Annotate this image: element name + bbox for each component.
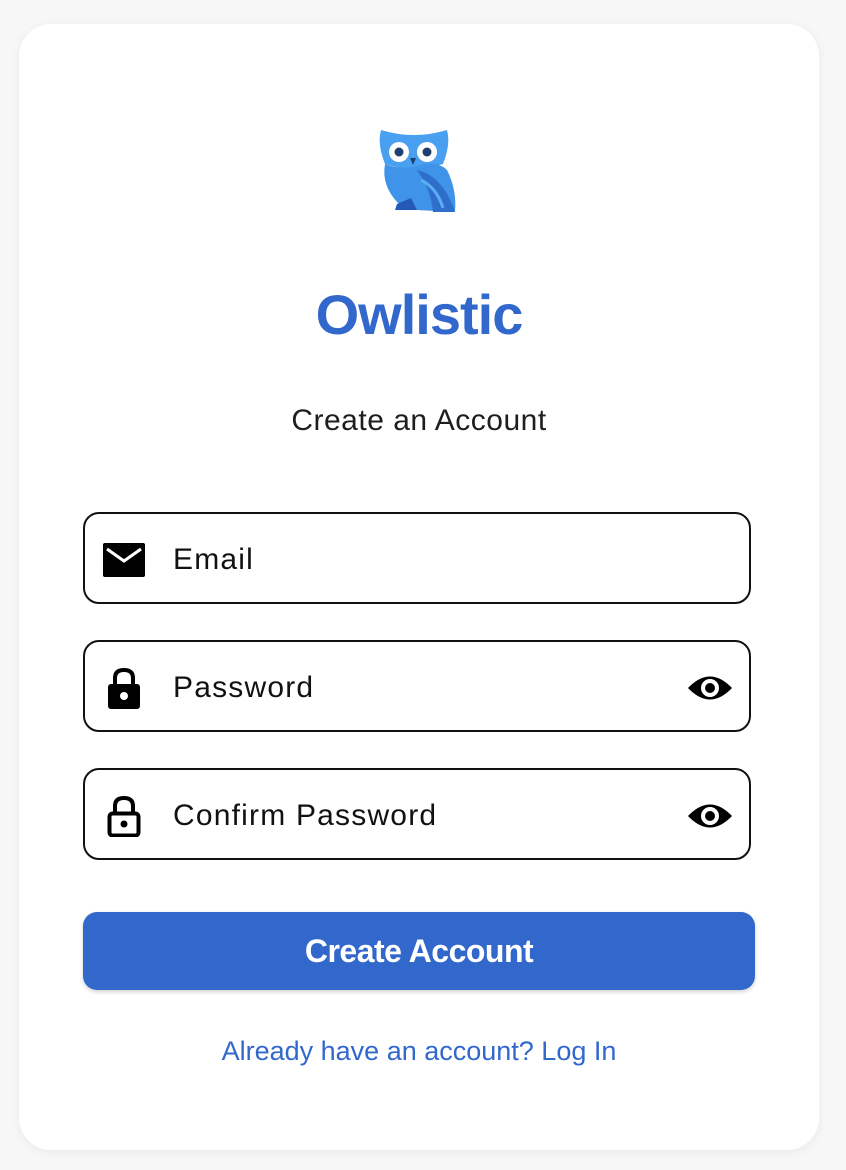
login-link[interactable]: Already have an account? Log In <box>19 1036 819 1067</box>
email-placeholder: Email <box>173 543 255 576</box>
lock-icon <box>103 667 145 709</box>
mail-icon <box>103 540 145 580</box>
create-account-button[interactable]: Create Account <box>83 912 755 990</box>
confirm-password-field[interactable]: Confirm Password <box>83 768 751 860</box>
email-field[interactable]: Email <box>83 512 751 604</box>
password-placeholder: Password <box>173 671 315 704</box>
app-title: Owlistic <box>315 283 524 346</box>
signup-card: Owlistic Create an Account Email Passwor… <box>19 24 819 1150</box>
confirm-password-placeholder: Confirm Password <box>173 799 438 832</box>
eye-icon[interactable] <box>687 796 733 836</box>
lock-outline-icon <box>103 795 145 837</box>
eye-icon[interactable] <box>687 668 733 708</box>
owl-logo-icon <box>377 124 459 212</box>
password-field[interactable]: Password <box>83 640 751 732</box>
page-heading: Create an Account <box>291 404 547 437</box>
